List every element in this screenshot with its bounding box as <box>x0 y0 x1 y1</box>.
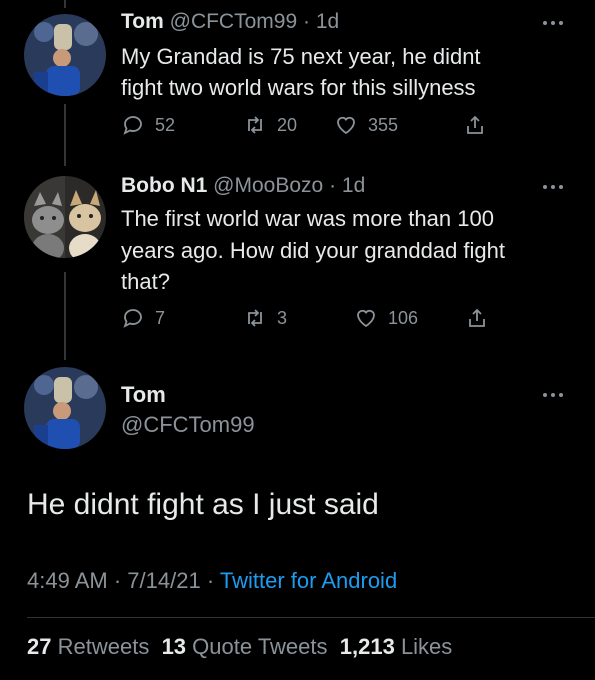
likes-count: 1,213 <box>339 634 395 659</box>
tweet-text-line: The first world war was more than 100 <box>121 206 494 231</box>
share-button[interactable] <box>465 306 489 330</box>
tweet-text-line: that? <box>121 269 170 294</box>
like-button[interactable]: 355 <box>334 113 398 137</box>
share-icon <box>467 115 483 134</box>
tweet-actions: 7 3 106 <box>121 306 521 336</box>
retweets-stat[interactable]: 27 Retweets <box>27 634 149 659</box>
tweet-source-link[interactable]: Twitter for Android <box>220 568 397 593</box>
retweet-count: 20 <box>277 114 298 135</box>
separator: · <box>329 174 337 197</box>
like-button[interactable]: 106 <box>354 306 418 330</box>
share-icon <box>469 308 485 327</box>
tweet-time[interactable]: 1d <box>342 174 365 197</box>
tweet-time[interactable]: 1d <box>316 10 339 33</box>
thread-line <box>64 104 66 166</box>
more-icon[interactable] <box>541 18 565 28</box>
likes-label: Likes <box>400 634 453 659</box>
retweets-count: 27 <box>27 634 52 659</box>
like-icon <box>337 116 355 135</box>
retweets-label: Retweets <box>57 634 150 659</box>
author-handle[interactable]: @MooBozo <box>213 174 323 197</box>
thread-line <box>64 0 66 8</box>
thread-line <box>64 272 66 360</box>
author-handle[interactable]: @CFCTom99 <box>170 10 298 33</box>
retweet-icon <box>248 309 262 327</box>
reply-button[interactable]: 7 <box>121 306 165 330</box>
avatar-bobo[interactable] <box>24 176 106 258</box>
quotes-count: 13 <box>161 634 187 659</box>
author-name[interactable]: Tom <box>121 382 166 408</box>
avatar-image <box>24 367 106 449</box>
retweet-count: 3 <box>277 307 288 328</box>
avatar-image <box>24 176 106 258</box>
quotes-stat[interactable]: 13 Quote Tweets <box>162 634 328 659</box>
author-handle[interactable]: @CFCTom99 <box>121 412 255 438</box>
separator: · <box>206 568 215 593</box>
retweet-icon <box>248 116 262 134</box>
likes-stat[interactable]: 1,213 Likes <box>340 634 453 659</box>
separator: · <box>302 10 310 33</box>
tweet-actions: 52 20 355 <box>121 113 521 143</box>
tweet-time: 4:49 AM <box>27 568 108 593</box>
separator: · <box>113 568 122 593</box>
tweet-text: He didnt fight as I just said <box>27 488 379 521</box>
reply-icon <box>123 309 142 328</box>
tweet-text-line: fight two world wars for this sillyness <box>121 75 476 100</box>
tweet-text-line: years ago. How did your granddad fight <box>121 238 506 263</box>
reply-icon <box>123 116 142 135</box>
share-button[interactable] <box>463 113 487 137</box>
author-name[interactable]: Bobo N1 <box>121 174 207 197</box>
quotes-label: Quote Tweets <box>192 634 328 659</box>
avatar-tom[interactable] <box>24 14 106 96</box>
tweet-header: Bobo N1 @MooBozo · 1d <box>121 174 365 198</box>
author-name[interactable]: Tom <box>121 10 164 33</box>
retweet-button[interactable]: 3 <box>243 306 287 330</box>
reply-button[interactable]: 52 <box>121 113 175 137</box>
more-icon[interactable] <box>541 390 565 400</box>
tweet-text-line: My Grandad is 75 next year, he didnt <box>121 44 481 69</box>
reply-count: 7 <box>155 307 166 328</box>
tweet-meta: 4:49 AM · 7/14/21 · Twitter for Android <box>27 568 397 594</box>
retweet-button[interactable]: 20 <box>243 113 297 137</box>
more-icon[interactable] <box>541 182 565 192</box>
divider <box>27 617 595 618</box>
like-count: 355 <box>368 114 399 135</box>
like-count: 106 <box>388 307 419 328</box>
tweet-date: 7/14/21 <box>127 568 201 593</box>
reply-count: 52 <box>155 114 176 135</box>
tweet-header: Tom @CFCTom99 · 1d <box>121 10 339 34</box>
avatar-tom[interactable] <box>24 367 106 449</box>
like-icon <box>357 309 375 328</box>
tweet-stats: 27 Retweets 13 Quote Tweets 1,213 Likes <box>27 634 452 660</box>
avatar-image <box>24 14 106 96</box>
